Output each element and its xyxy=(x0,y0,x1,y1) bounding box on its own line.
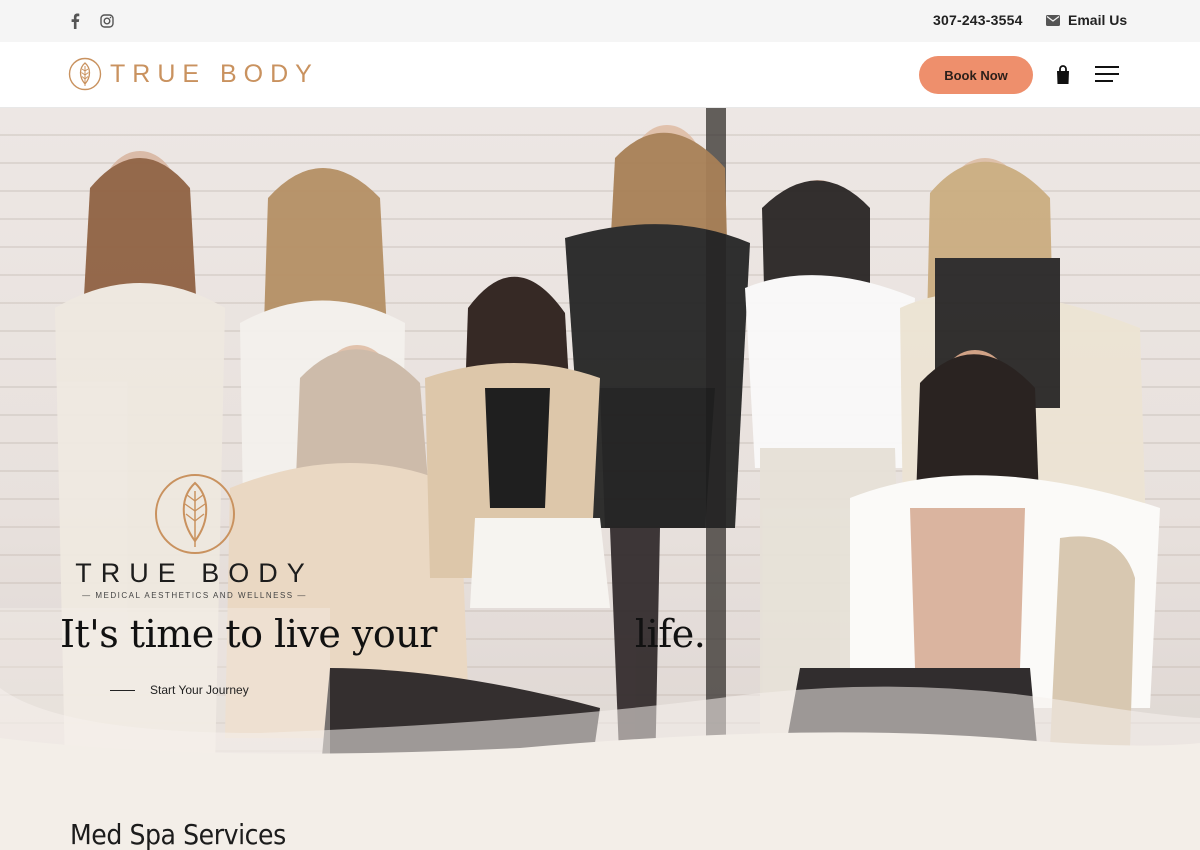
top-utility-bar: 307-243-3554 Email Us xyxy=(0,0,1200,42)
headline-end: life. xyxy=(634,612,706,656)
hero-logo-name: TRUE BODY xyxy=(75,558,314,588)
hero-section: TRUE BODY — MEDICAL AESTHETICS AND WELLN… xyxy=(0,108,1200,778)
email-link[interactable]: Email Us xyxy=(1046,12,1127,28)
main-header: TRUE BODY Book Now xyxy=(0,42,1200,108)
leaf-emblem-icon xyxy=(155,474,235,554)
cta-line xyxy=(110,689,135,691)
facebook-icon[interactable] xyxy=(65,11,85,31)
hero-headline: It's time to live your life. xyxy=(60,612,706,656)
book-now-button[interactable]: Book Now xyxy=(919,56,1033,94)
hero-brand-logo: TRUE BODY — MEDICAL AESTHETICS AND WELLN… xyxy=(62,473,327,603)
shopping-bag-icon[interactable] xyxy=(1053,64,1073,86)
hero-logo-tagline: — MEDICAL AESTHETICS AND WELLNESS — xyxy=(82,591,307,600)
hamburger-menu-icon[interactable] xyxy=(1095,64,1121,84)
services-heading: Med Spa Services xyxy=(70,818,286,850)
leaf-logo-icon xyxy=(68,57,102,91)
site-logo[interactable]: TRUE BODY xyxy=(68,57,319,91)
start-journey-link[interactable]: Start Your Journey xyxy=(110,683,249,697)
headline-start: It's time to live your xyxy=(60,612,437,656)
phone-link[interactable]: 307-243-3554 xyxy=(933,12,1023,28)
email-label: Email Us xyxy=(1068,12,1128,28)
envelope-icon xyxy=(1046,14,1060,26)
cta-label: Start Your Journey xyxy=(150,683,249,697)
logo-text: TRUE BODY xyxy=(110,59,319,88)
instagram-icon[interactable] xyxy=(97,11,117,31)
